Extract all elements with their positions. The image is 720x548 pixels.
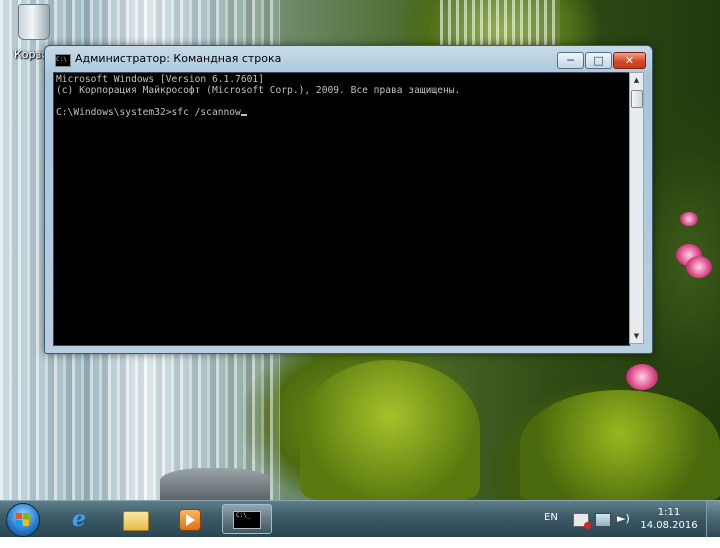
- scrollbar-thumb[interactable]: [631, 90, 643, 108]
- taskbar-cmd-button[interactable]: C:\_: [222, 504, 272, 534]
- wallpaper-flower: [626, 364, 658, 390]
- taskbar-media-player-button[interactable]: [166, 504, 212, 534]
- system-clock[interactable]: 1:11 14.08.2016: [640, 506, 698, 532]
- media-player-icon: [179, 509, 201, 531]
- scroll-down-arrow-icon[interactable]: ▼: [630, 329, 643, 343]
- wallpaper-flower: [680, 212, 698, 226]
- scroll-up-arrow-icon[interactable]: ▲: [630, 73, 643, 87]
- cmd-icon[interactable]: C:\: [55, 54, 71, 67]
- taskbar-explorer-button[interactable]: [112, 504, 158, 534]
- maximize-icon: □: [593, 54, 604, 67]
- vertical-scrollbar[interactable]: ▲ ▼: [629, 72, 644, 344]
- wallpaper-flower: [686, 256, 712, 278]
- windows-start-icon: [16, 513, 30, 527]
- wallpaper-moss-rock: [300, 360, 480, 500]
- wallpaper-stone: [160, 468, 270, 500]
- cmd-window[interactable]: C:\ Администратор: Командная строка ─ □ …: [44, 45, 653, 354]
- folder-icon: [123, 511, 149, 531]
- volume-icon[interactable]: ►): [617, 513, 631, 525]
- wallpaper-moss-rock: [520, 390, 720, 500]
- taskbar-ie-button[interactable]: e: [58, 504, 104, 534]
- minimize-icon: ─: [567, 54, 574, 67]
- taskbar: e C:\_ EN ►) 1:11 14.08.2016: [0, 500, 720, 537]
- window-title: Администратор: Командная строка: [75, 52, 282, 65]
- network-icon[interactable]: [595, 513, 611, 527]
- clock-date: 14.08.2016: [640, 520, 698, 531]
- cmd-icon: C:\_: [233, 511, 261, 529]
- close-icon: ✕: [624, 54, 635, 67]
- window-titlebar[interactable]: C:\ Администратор: Командная строка ─ □ …: [45, 46, 652, 74]
- clock-time: 1:11: [657, 507, 681, 518]
- start-button[interactable]: [6, 503, 40, 537]
- console-line: Microsoft Windows [Version 6.1.7601]: [56, 74, 264, 85]
- recycle-bin-icon: [18, 4, 50, 40]
- close-button[interactable]: ✕: [613, 52, 646, 69]
- console-command-line: C:\Windows\system32>sfc /scannow: [56, 107, 241, 118]
- maximize-button[interactable]: □: [585, 52, 612, 69]
- action-center-flag-icon[interactable]: [573, 513, 591, 529]
- console-output: Microsoft Windows [Version 6.1.7601] (c)…: [56, 74, 460, 118]
- text-cursor: [240, 114, 247, 116]
- language-indicator[interactable]: EN: [544, 512, 558, 548]
- console-line: (c) Корпорация Майкрософт (Microsoft Cor…: [56, 85, 461, 96]
- show-desktop-button[interactable]: [706, 501, 720, 537]
- ie-icon: e: [72, 506, 86, 532]
- minimize-button[interactable]: ─: [557, 52, 584, 69]
- console-area[interactable]: Microsoft Windows [Version 6.1.7601] (c)…: [53, 72, 630, 346]
